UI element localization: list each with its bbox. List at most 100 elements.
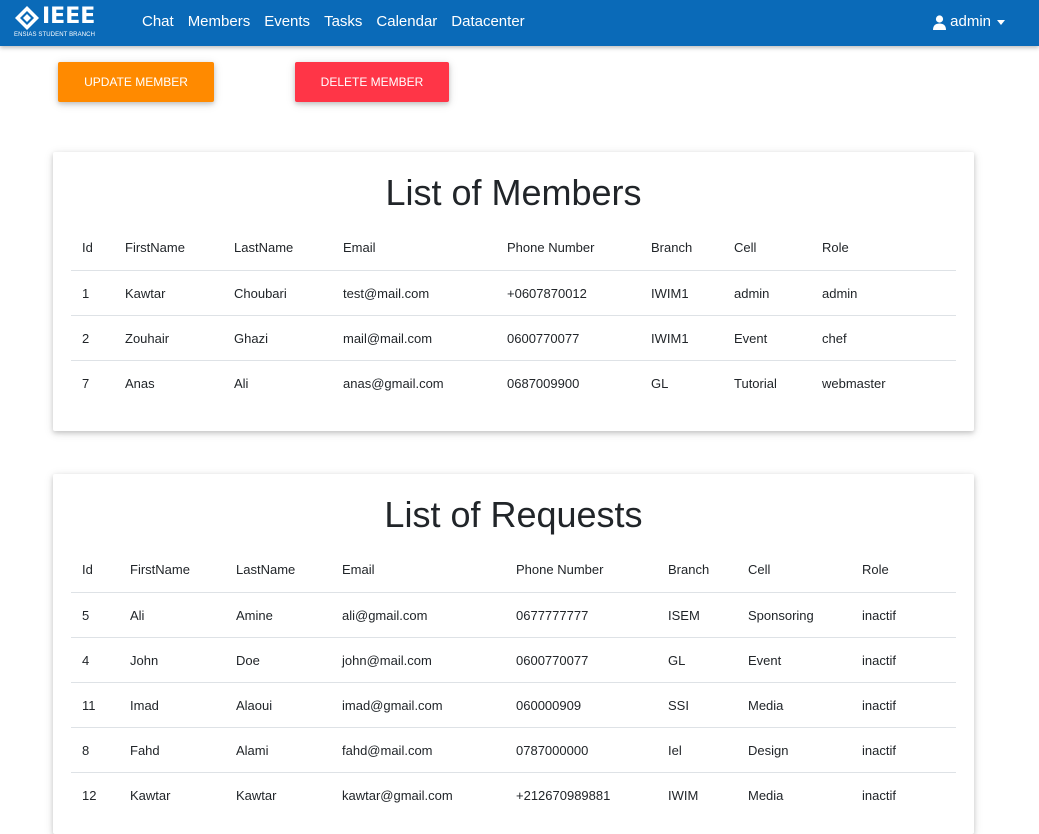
table-row[interactable]: 11 Imad Alaoui imad@gmail.com 060000909 …	[71, 682, 956, 728]
nav-link-tasks[interactable]: Tasks	[324, 13, 362, 31]
cell-id: 1	[71, 270, 114, 316]
cell-role: inactif	[851, 727, 956, 773]
members-table: Id FirstName LastName Email Phone Number…	[71, 225, 956, 405]
cell-cell: Media	[737, 772, 851, 817]
user-name: admin	[950, 13, 991, 30]
update-member-button[interactable]: UPDATE MEMBER	[58, 62, 214, 102]
cell-lastname: Doe	[225, 637, 331, 683]
cell-cell: Design	[737, 727, 851, 773]
col-header-email: Email	[342, 562, 375, 577]
cell-lastname: Choubari	[223, 270, 332, 316]
cell-role: chef	[811, 315, 956, 361]
diamond-logo-icon	[15, 6, 39, 30]
cell-lastname: Amine	[225, 592, 331, 638]
cell-id: 12	[71, 772, 119, 817]
cell-cell: Media	[737, 682, 851, 728]
col-header-branch: Branch	[668, 562, 710, 577]
requests-title: List of Requests	[384, 494, 643, 535]
nav-link-datacenter[interactable]: Datacenter	[451, 13, 524, 31]
cell-id: 8	[71, 727, 119, 773]
cell-email: kawtar@gmail.com	[331, 772, 505, 817]
cell-email: john@mail.com	[331, 637, 505, 683]
cell-lastname: Kawtar	[225, 772, 331, 817]
table-row[interactable]: 12 Kawtar Kawtar kawtar@gmail.com +21267…	[71, 772, 956, 817]
cell-cell: Event	[723, 315, 811, 361]
col-header-firstname: FirstName	[130, 562, 190, 577]
table-row[interactable]: 8 Fahd Alami fahd@mail.com 0787000000 Ie…	[71, 727, 956, 773]
cell-branch: ISEM	[657, 592, 737, 638]
cell-branch: IWIM1	[640, 270, 723, 316]
cell-email: mail@mail.com	[332, 315, 496, 361]
col-header-lastname: LastName	[236, 562, 296, 577]
cell-cell: Event	[737, 637, 851, 683]
table-row[interactable]: 1 Kawtar Choubari test@mail.com +0607870…	[71, 270, 956, 316]
table-row[interactable]: 2 Zouhair Ghazi mail@mail.com 0600770077…	[71, 315, 956, 361]
cell-branch: IWIM	[657, 772, 737, 817]
cell-firstname: Ali	[119, 592, 225, 638]
col-header-phone: Phone Number	[516, 562, 604, 577]
col-header-branch: Branch	[651, 240, 693, 255]
cell-cell: Tutorial	[723, 360, 811, 405]
nav-link-members[interactable]: Members	[188, 13, 251, 31]
nav-link-events[interactable]: Events	[264, 13, 310, 31]
user-dropdown[interactable]: admin	[933, 13, 1005, 31]
members-header-row: Id FirstName LastName Email Phone Number…	[71, 225, 956, 271]
cell-id: 2	[71, 315, 114, 361]
cell-firstname: Kawtar	[114, 270, 223, 316]
cell-firstname: Kawtar	[119, 772, 225, 817]
col-header-id: Id	[82, 562, 93, 577]
cell-role: inactif	[851, 637, 956, 683]
table-row[interactable]: 4 John Doe john@mail.com 0600770077 GL E…	[71, 637, 956, 683]
cell-role: admin	[811, 270, 956, 316]
cell-phone: 0787000000	[505, 727, 657, 773]
cell-firstname: Anas	[114, 360, 223, 405]
col-header-role: Role	[822, 240, 849, 255]
user-icon	[933, 14, 947, 30]
nav-link-chat[interactable]: Chat	[142, 13, 174, 31]
col-header-firstname: FirstName	[125, 240, 185, 255]
cell-id: 11	[71, 682, 119, 728]
cell-phone: 0677777777	[505, 592, 657, 638]
logo-subtitle: ENSIAS STUDENT BRANCH	[14, 32, 96, 38]
cell-lastname: Alaoui	[225, 682, 331, 728]
cell-email: fahd@mail.com	[331, 727, 505, 773]
members-title: List of Members	[385, 172, 642, 213]
cell-branch: GL	[657, 637, 737, 683]
cell-firstname: Fahd	[119, 727, 225, 773]
table-row[interactable]: 7 Anas Ali anas@gmail.com 0687009900 GL …	[71, 360, 956, 405]
nav-link-calendar[interactable]: Calendar	[376, 13, 437, 31]
cell-email: ali@gmail.com	[331, 592, 505, 638]
cell-id: 7	[71, 360, 114, 405]
cell-email: anas@gmail.com	[332, 360, 496, 405]
cell-role: inactif	[851, 592, 956, 638]
cell-cell: Sponsoring	[737, 592, 851, 638]
requests-table: Id FirstName LastName Email Phone Number…	[71, 547, 956, 817]
top-navbar: IEEE ENSIAS STUDENT BRANCH Chat Members …	[0, 0, 1039, 46]
cell-branch: SSI	[657, 682, 737, 728]
col-header-cell: Cell	[748, 562, 771, 577]
cell-firstname: Imad	[119, 682, 225, 728]
col-header-id: Id	[82, 240, 93, 255]
cell-lastname: Alami	[225, 727, 331, 773]
cell-role: inactif	[851, 682, 956, 728]
cell-phone: 0687009900	[496, 360, 640, 405]
members-card: List of Members Id FirstName LastName Em…	[53, 152, 974, 431]
cell-email: imad@gmail.com	[331, 682, 505, 728]
requests-header-row: Id FirstName LastName Email Phone Number…	[71, 547, 956, 593]
logo-text: IEEE	[42, 4, 96, 29]
col-header-phone: Phone Number	[507, 240, 595, 255]
ieee-logo[interactable]: IEEE ENSIAS STUDENT BRANCH	[14, 3, 104, 41]
col-header-lastname: LastName	[234, 240, 294, 255]
cell-branch: Iel	[657, 727, 737, 773]
cell-role: inactif	[851, 772, 956, 817]
col-header-cell: Cell	[734, 240, 757, 255]
cell-firstname: John	[119, 637, 225, 683]
chevron-down-icon	[997, 19, 1005, 25]
cell-email: test@mail.com	[332, 270, 496, 316]
cell-role: webmaster	[811, 360, 956, 405]
cell-id: 4	[71, 637, 119, 683]
cell-phone: 060000909	[505, 682, 657, 728]
delete-member-button[interactable]: DELETE MEMBER	[295, 62, 449, 102]
table-row[interactable]: 5 Ali Amine ali@gmail.com 0677777777 ISE…	[71, 592, 956, 638]
nav-links: Chat Members Events Tasks Calendar Datac…	[142, 13, 539, 31]
